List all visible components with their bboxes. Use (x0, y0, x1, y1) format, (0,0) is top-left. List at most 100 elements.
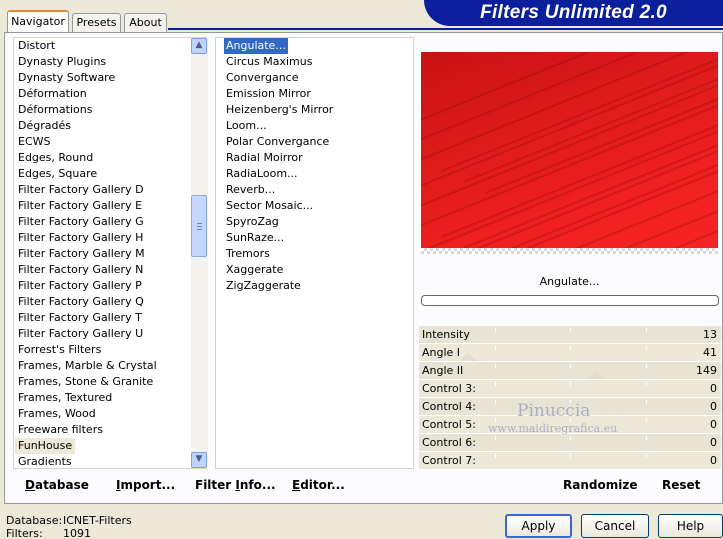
category-item[interactable]: Filter Factory Gallery N (18, 262, 143, 278)
parameter-label: Control 4: (422, 400, 476, 413)
category-item[interactable]: Filter Factory Gallery T (18, 310, 142, 326)
parameter-slider[interactable]: Control 7: 0 (419, 452, 721, 470)
category-item[interactable]: Frames, Wood (18, 406, 96, 422)
category-item[interactable]: Gradients (18, 454, 72, 468)
category-item[interactable]: Frames, Stone & Granite (18, 374, 153, 390)
link-label: atabase (34, 478, 89, 492)
category-item[interactable]: FunHouse (15, 438, 76, 454)
parameter-value: 0 (710, 418, 717, 431)
filter-item[interactable]: ZigZaggerate (226, 278, 301, 294)
category-item[interactable]: Dynasty Software (18, 70, 115, 86)
filter-preview (421, 52, 718, 248)
filter-item[interactable]: Circus Maximus (226, 54, 312, 70)
filter-item[interactable]: Emission Mirror (226, 86, 311, 102)
slider-tick (570, 364, 571, 368)
parameter-slider[interactable]: Angle I 41 (419, 344, 721, 362)
slider-tick (646, 346, 647, 350)
category-item[interactable]: Edges, Round (18, 150, 93, 166)
filter-item[interactable]: Xaggerate (226, 262, 283, 278)
parameter-label: Intensity (422, 328, 470, 341)
category-item[interactable]: Filter Factory Gallery M (18, 246, 145, 262)
slider-tick (646, 364, 647, 368)
filter-item[interactable]: Polar Convergance (226, 134, 329, 150)
preview-filter-name: Angulate... (539, 275, 600, 288)
category-item[interactable]: Dynasty Plugins (18, 54, 106, 70)
filters-label: Filters: (6, 527, 43, 539)
filter-item[interactable]: Angulate... (224, 38, 288, 54)
category-item[interactable]: Filter Factory Gallery P (18, 278, 142, 294)
parameter-slider[interactable]: Angle II 149 (419, 362, 721, 380)
parameter-slider[interactable]: Control 6: 0 (419, 434, 721, 452)
database-link[interactable]: Database (25, 478, 89, 492)
category-scrollbar[interactable]: ▲ ▼ (191, 38, 208, 468)
category-item[interactable]: Filter Factory Gallery D (18, 182, 144, 198)
category-item[interactable]: Filter Factory Gallery G (18, 214, 144, 230)
mnemonic-letter: E (292, 478, 301, 492)
category-item[interactable]: Dégradés (18, 118, 71, 134)
grip-line (197, 223, 202, 224)
category-item[interactable]: Déformations (18, 102, 92, 118)
category-item[interactable]: Filter Factory Gallery Q (18, 294, 144, 310)
tab-about[interactable]: About (124, 13, 167, 32)
parameter-label: Control 5: (422, 418, 476, 431)
category-item[interactable]: Distort (18, 38, 55, 54)
filter-item[interactable]: SunRaze... (226, 230, 284, 246)
filter-info-link[interactable]: Filter Info... (195, 478, 276, 492)
filter-list[interactable]: Angulate... Circus Maximus Convergance Emis… (215, 37, 414, 469)
category-item[interactable]: Déformation (18, 86, 87, 102)
slider-tick (570, 328, 571, 332)
slider-tick (646, 436, 647, 440)
tab-presets[interactable]: Presets (72, 13, 121, 32)
randomize-link[interactable]: Randomize (563, 478, 637, 492)
category-item[interactable]: Frames, Textured (18, 390, 112, 406)
progress-bar (421, 295, 719, 306)
category-item[interactable]: Edges, Square (18, 166, 97, 182)
filter-item[interactable]: Sector Mosaic... (226, 198, 313, 214)
scroll-up-button[interactable]: ▲ (191, 38, 207, 54)
import-link[interactable]: Import... (116, 478, 175, 492)
cancel-button[interactable]: Cancel (581, 514, 649, 538)
filter-item[interactable]: Convergance (226, 70, 299, 86)
database-value: ICNET-Filters (63, 514, 132, 527)
slider-tick (495, 400, 496, 404)
slider-tick (570, 346, 571, 350)
scroll-down-button[interactable]: ▼ (191, 452, 207, 468)
filter-item[interactable]: Tremors (226, 246, 270, 262)
filter-item[interactable]: Radial Moirror (226, 150, 303, 166)
filter-item[interactable]: SpyroZag (226, 214, 279, 230)
category-item[interactable]: Freeware filters (18, 422, 103, 438)
slider-position-marker[interactable] (586, 371, 604, 379)
slider-tick (646, 382, 647, 386)
category-list[interactable]: Distort Dynasty Plugins Dynasty Software Dé… (13, 37, 207, 469)
slider-tick (646, 418, 647, 422)
preview-transparency-strip (421, 248, 718, 254)
watermark-name: Pinuccia (517, 401, 591, 421)
tab-navigator[interactable]: Navigator (7, 10, 69, 33)
filter-item[interactable]: Reverb... (226, 182, 275, 198)
category-item[interactable]: Forrest's Filters (18, 342, 101, 358)
parameter-slider[interactable]: Control 3: 0 (419, 380, 721, 398)
category-item[interactable]: Filter Factory Gallery E (18, 198, 142, 214)
link-label: Filter (195, 478, 236, 492)
scrollbar-thumb[interactable] (191, 195, 207, 257)
parameter-panel: Intensity 13 Angle I 41 Angle II 149 Control 3… (419, 326, 721, 470)
parameter-slider[interactable]: Intensity 13 (419, 326, 721, 344)
category-item[interactable]: Frames, Marble & Crystal (18, 358, 157, 374)
filter-item[interactable]: Loom... (226, 118, 267, 134)
slider-tick (570, 382, 571, 386)
help-button[interactable]: Help (658, 514, 723, 538)
watermark-url: www.maidiregrafica.eu (488, 422, 618, 435)
editor-link[interactable]: Editor... (292, 478, 345, 492)
parameter-label: Angle I (422, 346, 461, 359)
slider-tick (495, 454, 496, 458)
filter-item[interactable]: RadiaLoom... (226, 166, 298, 182)
slider-position-marker[interactable] (459, 353, 477, 361)
filters-count: 1091 (63, 527, 91, 539)
apply-button[interactable]: Apply (505, 514, 572, 538)
category-item[interactable]: ECWS (18, 134, 51, 150)
filter-item[interactable]: Heizenberg's Mirror (226, 102, 333, 118)
reset-link[interactable]: Reset (662, 478, 700, 492)
category-item[interactable]: Filter Factory Gallery H (18, 230, 143, 246)
slider-tick (646, 328, 647, 332)
category-item[interactable]: Filter Factory Gallery U (18, 326, 143, 342)
